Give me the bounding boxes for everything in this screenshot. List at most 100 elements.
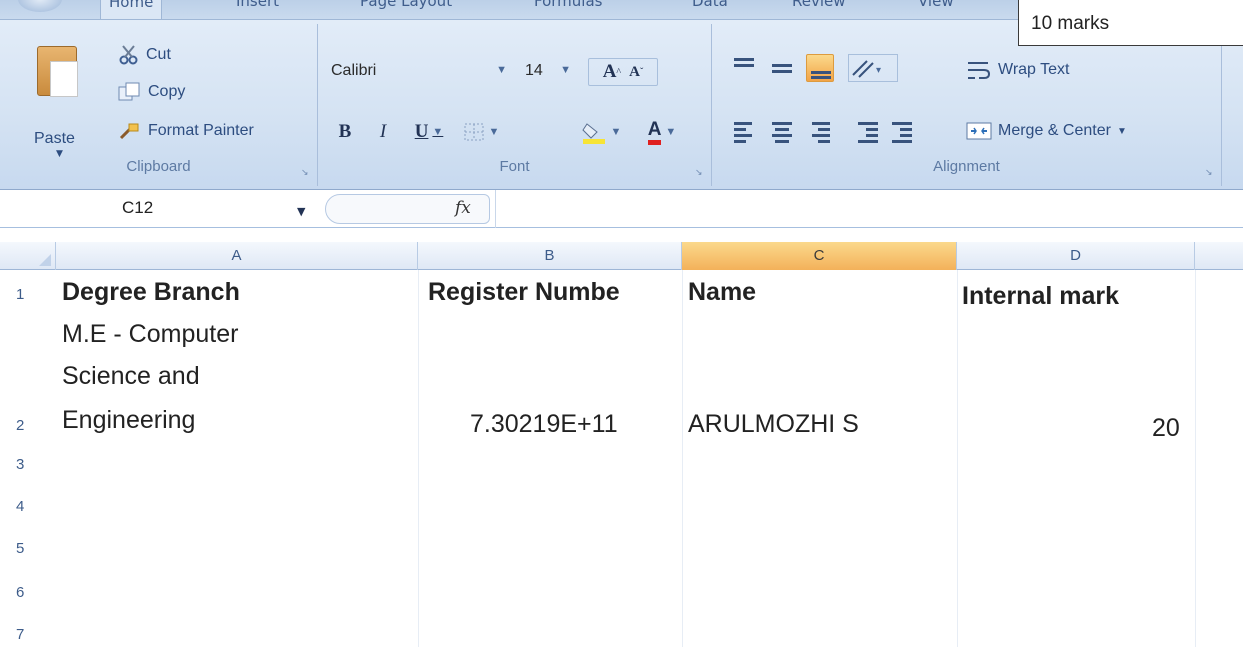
chevron-down-icon: ▼ (488, 126, 500, 138)
number-group-partial (1222, 24, 1243, 186)
align-top-button[interactable] (730, 54, 758, 82)
font-name-value: Calibri (331, 62, 377, 79)
chevron-down-icon[interactable]: ▼ (297, 205, 305, 218)
insert-function-button[interactable]: fx (455, 198, 471, 218)
dialog-launcher-icon[interactable]: ↘ (301, 168, 311, 178)
paintbrush-icon (119, 123, 139, 140)
align-right-button[interactable] (806, 118, 834, 146)
bold-button[interactable]: B (330, 118, 360, 146)
cell-c1[interactable]: Name (688, 278, 756, 307)
copy-button[interactable]: Copy (118, 82, 185, 102)
row-header-6[interactable]: 6 (0, 584, 56, 601)
tab-home[interactable]: Home (100, 0, 163, 19)
clipboard-group-label: Clipboard (126, 158, 191, 175)
format-painter-label: Format Painter (148, 122, 254, 139)
font-size-combo[interactable]: 14 ▼ (518, 58, 578, 86)
wrap-text-icon (968, 62, 991, 79)
chevron-down-icon: ▼ (560, 64, 571, 76)
formula-input[interactable] (495, 190, 1243, 228)
paste-label: Paste (34, 130, 75, 147)
cell-b1[interactable]: Register Numbe (428, 278, 620, 307)
tab-data[interactable]: Data (684, 0, 736, 13)
worksheet-grid[interactable]: Degree Branch Register Numbe Name Intern… (56, 270, 1243, 647)
chevron-down-icon: ▼ (665, 126, 677, 138)
font-color-button[interactable]: A ▼ (636, 118, 688, 146)
chevron-down-icon: ▼ (496, 64, 507, 76)
orientation-icon: ▾ (852, 60, 881, 78)
wrap-text-button[interactable]: Wrap Text (966, 58, 1069, 82)
svg-text:▾: ▾ (876, 65, 881, 76)
alignment-group: ▾ Wrap Text Merge & Center ▼ Alignment ↘ (712, 24, 1222, 186)
cell-a2-line-1[interactable]: M.E - Computer (62, 320, 238, 349)
paste-button[interactable]: Paste ▼ (30, 42, 90, 159)
fill-color-button[interactable]: ▼ (572, 118, 630, 146)
tab-review[interactable]: Review (784, 0, 854, 13)
tab-insert[interactable]: Insert (228, 0, 287, 13)
column-headers: A B C D (0, 242, 1243, 270)
select-all-button[interactable] (0, 242, 56, 270)
comment-text: 10 marks (1031, 13, 1110, 34)
paint-bucket-icon (581, 123, 605, 144)
column-header-c[interactable]: C (682, 242, 957, 270)
tab-formulas[interactable]: Formulas (526, 0, 610, 13)
copy-icon (118, 82, 140, 101)
column-header-d[interactable]: D (957, 242, 1195, 270)
cell-d2[interactable]: 20 (1152, 414, 1180, 443)
underline-button[interactable]: U ▼ (406, 118, 452, 146)
cell-a2-line-3[interactable]: Engineering (62, 406, 195, 435)
formula-bar: C12 ▼ fx (0, 190, 1243, 228)
borders-icon (464, 123, 484, 141)
row-header-4[interactable]: 4 (0, 498, 56, 515)
merge-cells-icon (966, 122, 992, 140)
row-header-5[interactable]: 5 (0, 540, 56, 557)
cell-c2[interactable]: ARULMOZHI S (688, 410, 859, 439)
cut-button[interactable]: Cut (118, 44, 171, 66)
underline-label: U (414, 121, 429, 142)
font-size-buttons: A ^ Aˇ (588, 58, 658, 86)
align-left-button[interactable] (730, 118, 758, 146)
column-header-e[interactable] (1195, 242, 1243, 270)
row-header-7[interactable]: 7 (0, 626, 56, 643)
alignment-group-label: Alignment (933, 158, 1000, 175)
tab-page-layout[interactable]: Page Layout (352, 0, 460, 13)
name-box[interactable]: C12 (90, 196, 310, 222)
borders-button[interactable]: ▼ (456, 118, 506, 146)
font-color-label: A (647, 119, 662, 145)
cell-a2-line-2[interactable]: Science and (62, 362, 200, 391)
grow-font-button[interactable]: A (603, 61, 617, 83)
cell-b2[interactable]: 7.30219E+11 (470, 410, 618, 439)
italic-button[interactable]: I (368, 118, 398, 146)
office-button[interactable] (18, 0, 62, 12)
row-header-2[interactable]: 2 (0, 417, 56, 434)
chevron-down-icon: ▼ (610, 126, 622, 138)
align-middle-button[interactable] (768, 54, 796, 82)
tab-view[interactable]: View (910, 0, 962, 13)
row-header-1[interactable]: 1 (0, 286, 56, 303)
cut-label: Cut (146, 46, 171, 63)
row-header-3[interactable]: 3 (0, 456, 56, 473)
column-header-b[interactable]: B (418, 242, 682, 270)
decrease-indent-button[interactable] (854, 118, 882, 146)
cell-d1[interactable]: Internal mark (962, 282, 1119, 311)
chevron-down-icon: ▼ (1116, 125, 1127, 137)
orientation-button[interactable]: ▾ (848, 54, 898, 82)
cell-a1[interactable]: Degree Branch (62, 278, 240, 307)
wrap-text-label: Wrap Text (998, 61, 1070, 78)
dialog-launcher-icon[interactable]: ↘ (1205, 168, 1215, 178)
shrink-font-button[interactable]: A (629, 64, 640, 81)
increase-indent-button[interactable] (888, 118, 916, 146)
merge-center-button[interactable]: Merge & Center ▼ (966, 120, 1127, 142)
copy-label: Copy (148, 83, 186, 100)
align-center-button[interactable] (768, 118, 796, 146)
cell-comment: 10 marks (1018, 0, 1243, 46)
clipboard-group: Paste ▼ Cut Copy Format Painter Clipboar… (0, 24, 318, 186)
align-bottom-button[interactable] (806, 54, 834, 82)
dialog-launcher-icon[interactable]: ↘ (695, 168, 705, 178)
format-painter-button[interactable]: Format Painter (118, 120, 254, 142)
row-headers: 1 2 3 4 5 6 7 (0, 270, 56, 647)
font-name-combo[interactable]: Calibri ▼ (324, 58, 514, 86)
paste-icon (37, 46, 78, 97)
font-group: Calibri ▼ 14 ▼ A ^ Aˇ B I U ▼ ▼ ▼ A ▼ Fo… (318, 24, 712, 186)
chevron-down-icon: ▼ (432, 126, 444, 138)
column-header-a[interactable]: A (56, 242, 418, 270)
